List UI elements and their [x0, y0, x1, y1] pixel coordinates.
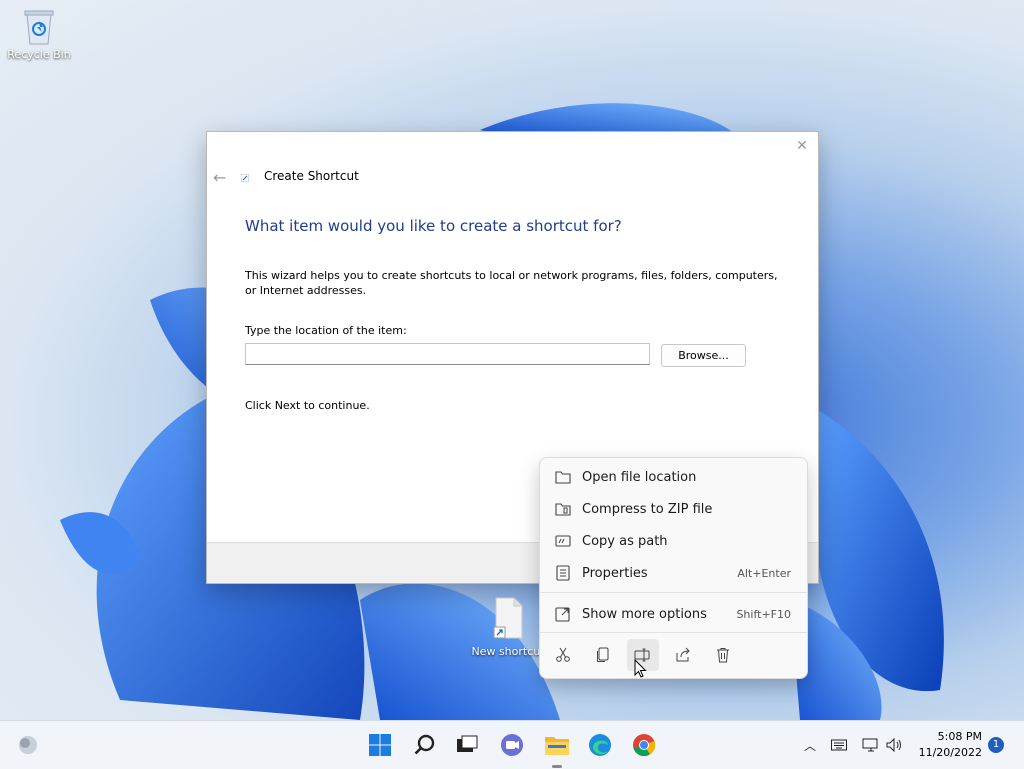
chat-icon	[501, 734, 523, 756]
menu-item-shortcut: Shift+F10	[736, 607, 791, 621]
clock-time: 5:08 PM	[937, 730, 982, 743]
chat-button[interactable]	[496, 729, 528, 761]
dialog-title: Create Shortcut	[264, 169, 359, 183]
share-icon	[676, 647, 690, 662]
menu-item-compress-zip[interactable]: Compress to ZIP file	[546, 494, 801, 524]
start-button[interactable]	[364, 729, 396, 761]
edge-icon	[589, 734, 611, 756]
new-shortcut-file[interactable]: New shortcut	[468, 597, 548, 658]
properties-icon	[554, 564, 572, 582]
search-button[interactable]	[409, 729, 441, 761]
menu-item-label: Open file location	[582, 469, 697, 485]
cut-button[interactable]	[547, 639, 579, 671]
recycle-bin-icon	[24, 10, 54, 45]
volume-button[interactable]	[884, 721, 906, 769]
menu-divider	[540, 592, 807, 593]
weather-icon	[19, 736, 37, 754]
page-heading: What item would you like to create a sho…	[245, 217, 622, 235]
menu-item-properties[interactable]: Properties Alt+Enter	[546, 558, 801, 588]
chrome-icon	[633, 734, 656, 757]
chevron-up-icon: ︿	[803, 738, 816, 753]
back-button[interactable]: ←	[213, 168, 226, 187]
delete-icon	[717, 648, 729, 663]
close-icon: ✕	[796, 138, 808, 154]
file-explorer-button[interactable]	[541, 729, 573, 761]
chrome-button[interactable]	[628, 729, 660, 761]
delete-button[interactable]	[707, 639, 739, 671]
task-view-button[interactable]	[451, 729, 483, 761]
close-button[interactable]: ✕	[792, 138, 812, 154]
menu-item-shortcut: Alt+Enter	[737, 566, 791, 580]
context-menu: Open file location Compress to ZIP file …	[539, 457, 808, 679]
menu-toolbar	[540, 639, 807, 675]
cut-icon	[556, 647, 570, 662]
network-button[interactable]	[860, 721, 882, 769]
more-options-icon	[554, 605, 572, 623]
tray-overflow-button[interactable]: ︿	[800, 721, 820, 769]
taskbar-clock[interactable]: 5:08 PM 11/20/2022	[912, 729, 982, 761]
copy-path-icon	[554, 532, 572, 550]
keyboard-icon	[831, 739, 847, 751]
folder-icon	[554, 468, 572, 486]
file-icon	[493, 597, 523, 639]
menu-item-show-more-options[interactable]: Show more options Shift+F10	[546, 599, 801, 629]
copy-button[interactable]	[587, 639, 619, 671]
next-hint: Click Next to continue.	[245, 399, 370, 412]
zip-icon	[554, 500, 572, 518]
location-label: Type the location of the item:	[245, 324, 407, 337]
browse-button[interactable]: Browse...	[661, 344, 746, 367]
notification-badge[interactable]: 1	[988, 737, 1004, 753]
recycle-bin-shortcut[interactable]: Recycle Bin	[4, 6, 74, 61]
shortcut-label: New shortcut	[471, 645, 545, 658]
back-arrow-icon: ←	[213, 168, 227, 187]
wizard-description: This wizard helps you to create shortcut…	[245, 269, 778, 297]
menu-divider	[540, 632, 807, 633]
menu-item-label: Show more options	[582, 606, 707, 622]
mouse-cursor-icon	[634, 659, 647, 678]
search-icon	[414, 734, 435, 755]
recycle-bin-label: Recycle Bin	[7, 48, 71, 61]
keyboard-button[interactable]	[828, 721, 850, 769]
file-explorer-icon	[545, 737, 569, 755]
copy-icon	[597, 647, 609, 662]
edge-button[interactable]	[584, 729, 616, 761]
menu-item-copy-as-path[interactable]: Copy as path	[546, 526, 801, 556]
task-view-icon	[457, 735, 478, 752]
menu-item-open-file-location[interactable]: Open file location	[546, 462, 801, 492]
taskbar: ︿ 5:08 PM 11/20/2022 1	[0, 720, 1024, 769]
clock-date: 11/20/2022	[918, 746, 982, 759]
location-input[interactable]	[245, 343, 650, 365]
widgets-button[interactable]	[12, 729, 44, 761]
start-icon	[369, 734, 391, 756]
volume-icon	[886, 738, 901, 752]
menu-item-label: Copy as path	[582, 533, 668, 549]
menu-item-label: Compress to ZIP file	[582, 501, 713, 517]
share-button[interactable]	[667, 639, 699, 671]
network-icon	[862, 738, 878, 752]
shortcut-wizard-icon	[241, 174, 249, 182]
menu-item-label: Properties	[582, 565, 648, 581]
